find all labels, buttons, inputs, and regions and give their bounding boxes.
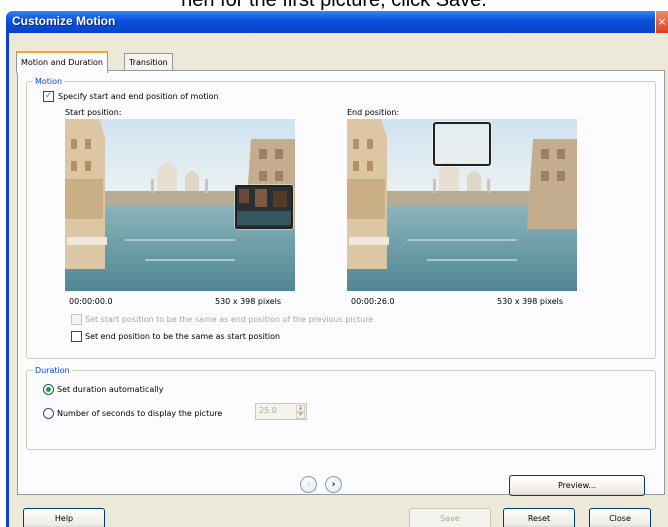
save-button[interactable]: Save [409,508,491,527]
motion-group-legend: Motion [33,76,65,87]
duration-seconds-radio[interactable] [43,408,54,419]
duration-group: Duration Set duration automatically Numb… [26,365,656,450]
tab-page-motion-and-duration: Motion ✓ Specify start and end position … [17,70,665,495]
same-as-start-label: Set end position to be the same as start… [85,332,281,341]
reset-button[interactable]: Reset [503,508,575,527]
spin-down-icon[interactable]: ▼ [296,412,305,419]
start-crop-rectangle[interactable] [235,185,293,229]
previous-picture-button[interactable]: ‹ [300,476,317,493]
duration-group-legend: Duration [33,365,72,376]
same-as-previous-checkbox[interactable] [71,314,82,325]
end-crop-rectangle[interactable] [433,122,491,166]
help-button[interactable]: Help [23,508,105,527]
start-size-label: 530 x 398 pixels [215,297,282,306]
start-position-label: Start position: [65,108,122,117]
end-position-image[interactable] [347,119,577,291]
window-close-button[interactable]: × [655,11,668,33]
motion-group: Motion ✓ Specify start and end position … [26,76,656,359]
next-picture-button[interactable]: › [325,476,342,493]
end-time-label: 00:00:26.0 [351,297,395,306]
spin-up-icon[interactable]: ▲ [296,405,305,412]
seconds-spinner[interactable]: 25.0 ▲ ▼ [255,403,307,420]
specify-motion-checkbox[interactable]: ✓ [43,91,54,102]
same-as-previous-label: Set start position to be the same as end… [85,315,374,324]
preview-button[interactable]: Preview... [509,475,645,496]
duration-auto-label: Set duration automatically [57,385,164,394]
start-time-label: 00:00:00.0 [69,297,113,306]
customize-motion-dialog: Customize Motion × Motion and Duration T… [6,11,668,527]
specify-motion-label: Specify start and end position of motion [58,92,219,101]
tab-transition[interactable]: Transition [124,53,173,71]
screen: hen for the first picture, click Save. C… [0,0,668,527]
title-bar[interactable]: Customize Motion × [6,11,668,33]
dialog-client-area: Motion and Duration Transition Motion ✓ … [9,33,668,527]
seconds-value: 25.0 [259,406,277,415]
end-size-label: 530 x 398 pixels [497,297,564,306]
dialog-title: Customize Motion [12,14,116,28]
start-position-image[interactable] [65,119,295,291]
tab-motion-and-duration[interactable]: Motion and Duration [16,51,109,73]
end-position-label: End position: [347,108,400,117]
duration-seconds-label: Number of seconds to display the picture [57,409,223,418]
same-as-start-checkbox[interactable] [71,331,82,342]
close-button[interactable]: Close [589,508,651,527]
duration-auto-radio[interactable] [43,384,54,395]
